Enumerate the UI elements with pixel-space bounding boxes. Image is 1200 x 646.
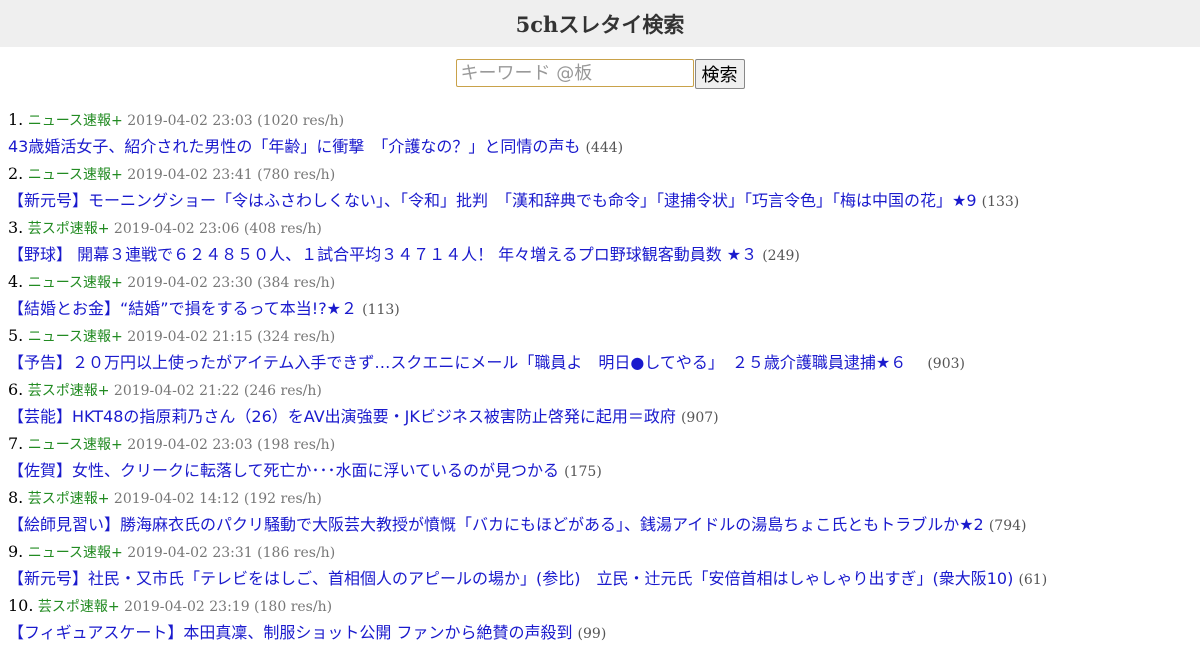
thread-title-link[interactable]: 【芸能】HKT48の指原莉乃さん（26）をAV出演強要・JKビジネス被害防止啓発… [8, 407, 676, 426]
result-count: (133) [981, 194, 1020, 210]
thread-title-link[interactable]: 【佐賀】女性、クリークに転落して死亡か･･･水面に浮いているのが見つかる [8, 461, 559, 480]
result-rank: 6. [8, 380, 24, 399]
thread-title-link[interactable]: 【新元号】社民・又市氏「テレビをはしご、首相個人のアピールの場か」(参比) 立民… [8, 569, 1013, 588]
search-form: 検索 [0, 47, 1200, 99]
result-count: (907) [680, 410, 719, 426]
result-title-line: 【結婚とお金】“結婚”で損をするって本当!?★２ (113) [8, 295, 1200, 322]
result-count: (99) [577, 626, 607, 642]
list-item: 5. ニュース速報+ 2019-04-02 21:15 (324 res/h) 【… [0, 322, 1200, 376]
result-title-line: 【新元号】モーニングショー「令はふさわしくない」、「令和」批判 「漢和辞典でも命… [8, 187, 1200, 214]
result-title-line: 【芸能】HKT48の指原莉乃さん（26）をAV出演強要・JKビジネス被害防止啓発… [8, 403, 1200, 430]
results-list: 1. ニュース速報+ 2019-04-02 23:03 (1020 res/h)… [0, 106, 1200, 646]
result-meta: 9. ニュース速報+ 2019-04-02 23:31 (186 res/h) [8, 538, 1200, 565]
board-link[interactable]: 芸スポ速報+ [38, 599, 120, 615]
page-title[interactable]: 5chスレタイ検索 [516, 9, 685, 39]
result-title-line: 【予告】２０万円以上使ったがアイテム入手できず…スクエニにメール「職員よ 明日●… [8, 349, 1200, 376]
result-rank: 2. [8, 164, 24, 183]
result-meta: 2. ニュース速報+ 2019-04-02 23:41 (780 res/h) [8, 160, 1200, 187]
result-meta: 6. 芸スポ速報+ 2019-04-02 21:22 (246 res/h) [8, 376, 1200, 403]
result-title-line: 【絵師見習い】勝海麻衣氏のパクリ騒動で大阪芸大教授が憤慨「バカにもほどがある」、… [8, 511, 1200, 538]
thread-title-link[interactable]: 【新元号】モーニングショー「令はふさわしくない」、「令和」批判 「漢和辞典でも命… [8, 191, 977, 210]
result-meta: 8. 芸スポ速報+ 2019-04-02 14:12 (192 res/h) [8, 484, 1200, 511]
thread-title-link[interactable]: 43歳婚活女子、紹介された男性の「年齢」に衝撃 「介護なの？」と同情の声も [8, 137, 580, 156]
result-title-line: 【新元号】社民・又市氏「テレビをはしご、首相個人のアピールの場か」(参比) 立民… [8, 565, 1200, 592]
result-timestamp: 2019-04-02 21:15 (324 res/h) [127, 329, 336, 345]
result-rank: 8. [8, 488, 24, 507]
result-count: (903) [927, 356, 965, 372]
result-meta: 5. ニュース速報+ 2019-04-02 21:15 (324 res/h) [8, 322, 1200, 349]
result-meta: 7. ニュース速報+ 2019-04-02 23:03 (198 res/h) [8, 430, 1200, 457]
result-count: (175) [564, 464, 602, 480]
result-timestamp: 2019-04-02 23:30 (384 res/h) [127, 275, 336, 291]
result-rank: 9. [8, 542, 24, 561]
result-timestamp: 2019-04-02 23:03 (1020 res/h) [127, 113, 345, 129]
thread-title-link[interactable]: 【フィギュアスケート】本田真凜、制服ショット公開 ファンから絶賛の声殺到 [8, 623, 572, 642]
result-count: (61) [1018, 572, 1048, 588]
result-title-line: 43歳婚活女子、紹介された男性の「年齢」に衝撃 「介護なの？」と同情の声も (4… [8, 133, 1200, 160]
result-rank: 10. [8, 596, 34, 615]
result-rank: 3. [8, 218, 24, 237]
result-meta: 3. 芸スポ速報+ 2019-04-02 23:06 (408 res/h) [8, 214, 1200, 241]
search-button[interactable]: 検索 [694, 59, 745, 89]
result-count: (113) [362, 302, 400, 318]
result-timestamp: 2019-04-02 23:31 (186 res/h) [127, 545, 336, 561]
board-link[interactable]: 芸スポ速報+ [28, 383, 110, 399]
board-link[interactable]: 芸スポ速報+ [28, 491, 110, 507]
board-link[interactable]: ニュース速報+ [28, 275, 123, 291]
result-meta: 10. 芸スポ速報+ 2019-04-02 23:19 (180 res/h) [8, 592, 1200, 619]
list-item: 1. ニュース速報+ 2019-04-02 23:03 (1020 res/h)… [0, 106, 1200, 160]
result-title-line: 【フィギュアスケート】本田真凜、制服ショット公開 ファンから絶賛の声殺到 (99… [8, 619, 1200, 646]
result-title-line: 【佐賀】女性、クリークに転落して死亡か･･･水面に浮いているのが見つかる (17… [8, 457, 1200, 484]
result-count: (249) [762, 248, 800, 264]
result-rank: 1. [8, 110, 24, 129]
thread-title-link[interactable]: 【結婚とお金】“結婚”で損をするって本当!?★２ [8, 299, 357, 318]
result-timestamp: 2019-04-02 14:12 (192 res/h) [113, 491, 322, 507]
board-link[interactable]: ニュース速報+ [28, 167, 123, 183]
result-count: (444) [585, 140, 624, 156]
board-link[interactable]: ニュース速報+ [28, 329, 123, 345]
list-item: 8. 芸スポ速報+ 2019-04-02 14:12 (192 res/h) 【絵… [0, 484, 1200, 538]
board-link[interactable]: ニュース速報+ [28, 545, 123, 561]
thread-title-link[interactable]: 【予告】２０万円以上使ったがアイテム入手できず…スクエニにメール「職員よ 明日●… [8, 353, 922, 372]
result-timestamp: 2019-04-02 23:03 (198 res/h) [127, 437, 336, 453]
list-item: 9. ニュース速報+ 2019-04-02 23:31 (186 res/h) 【… [0, 538, 1200, 592]
board-link[interactable]: ニュース速報+ [28, 437, 123, 453]
board-link[interactable]: ニュース速報+ [28, 113, 123, 129]
result-timestamp: 2019-04-02 23:41 (780 res/h) [127, 167, 336, 183]
result-meta: 4. ニュース速報+ 2019-04-02 23:30 (384 res/h) [8, 268, 1200, 295]
result-count: (794) [988, 518, 1027, 534]
board-link[interactable]: 芸スポ速報+ [28, 221, 110, 237]
result-timestamp: 2019-04-02 21:22 (246 res/h) [113, 383, 322, 399]
result-rank: 4. [8, 272, 24, 291]
result-title-line: 【野球】 開幕３連戦で６２４８５０人、１試合平均３４７１４人！ 年々増えるプロ野… [8, 241, 1200, 268]
site-header: 5chスレタイ検索 [0, 0, 1200, 47]
result-rank: 7. [8, 434, 24, 453]
result-meta: 1. ニュース速報+ 2019-04-02 23:03 (1020 res/h) [8, 106, 1200, 133]
search-input[interactable] [455, 59, 694, 87]
result-timestamp: 2019-04-02 23:06 (408 res/h) [113, 221, 322, 237]
list-item: 7. ニュース速報+ 2019-04-02 23:03 (198 res/h) 【… [0, 430, 1200, 484]
list-item: 2. ニュース速報+ 2019-04-02 23:41 (780 res/h) 【… [0, 160, 1200, 214]
list-item: 3. 芸スポ速報+ 2019-04-02 23:06 (408 res/h) 【野… [0, 214, 1200, 268]
list-item: 10. 芸スポ速報+ 2019-04-02 23:19 (180 res/h) 【… [0, 592, 1200, 646]
list-item: 6. 芸スポ速報+ 2019-04-02 21:22 (246 res/h) 【芸… [0, 376, 1200, 430]
thread-title-link[interactable]: 【絵師見習い】勝海麻衣氏のパクリ騒動で大阪芸大教授が憤慨「バカにもほどがある」、… [8, 515, 984, 534]
result-timestamp: 2019-04-02 23:19 (180 res/h) [124, 599, 333, 615]
thread-title-link[interactable]: 【野球】 開幕３連戦で６２４８５０人、１試合平均３４７１４人！ 年々増えるプロ野… [8, 245, 757, 264]
result-rank: 5. [8, 326, 24, 345]
list-item: 4. ニュース速報+ 2019-04-02 23:30 (384 res/h) 【… [0, 268, 1200, 322]
